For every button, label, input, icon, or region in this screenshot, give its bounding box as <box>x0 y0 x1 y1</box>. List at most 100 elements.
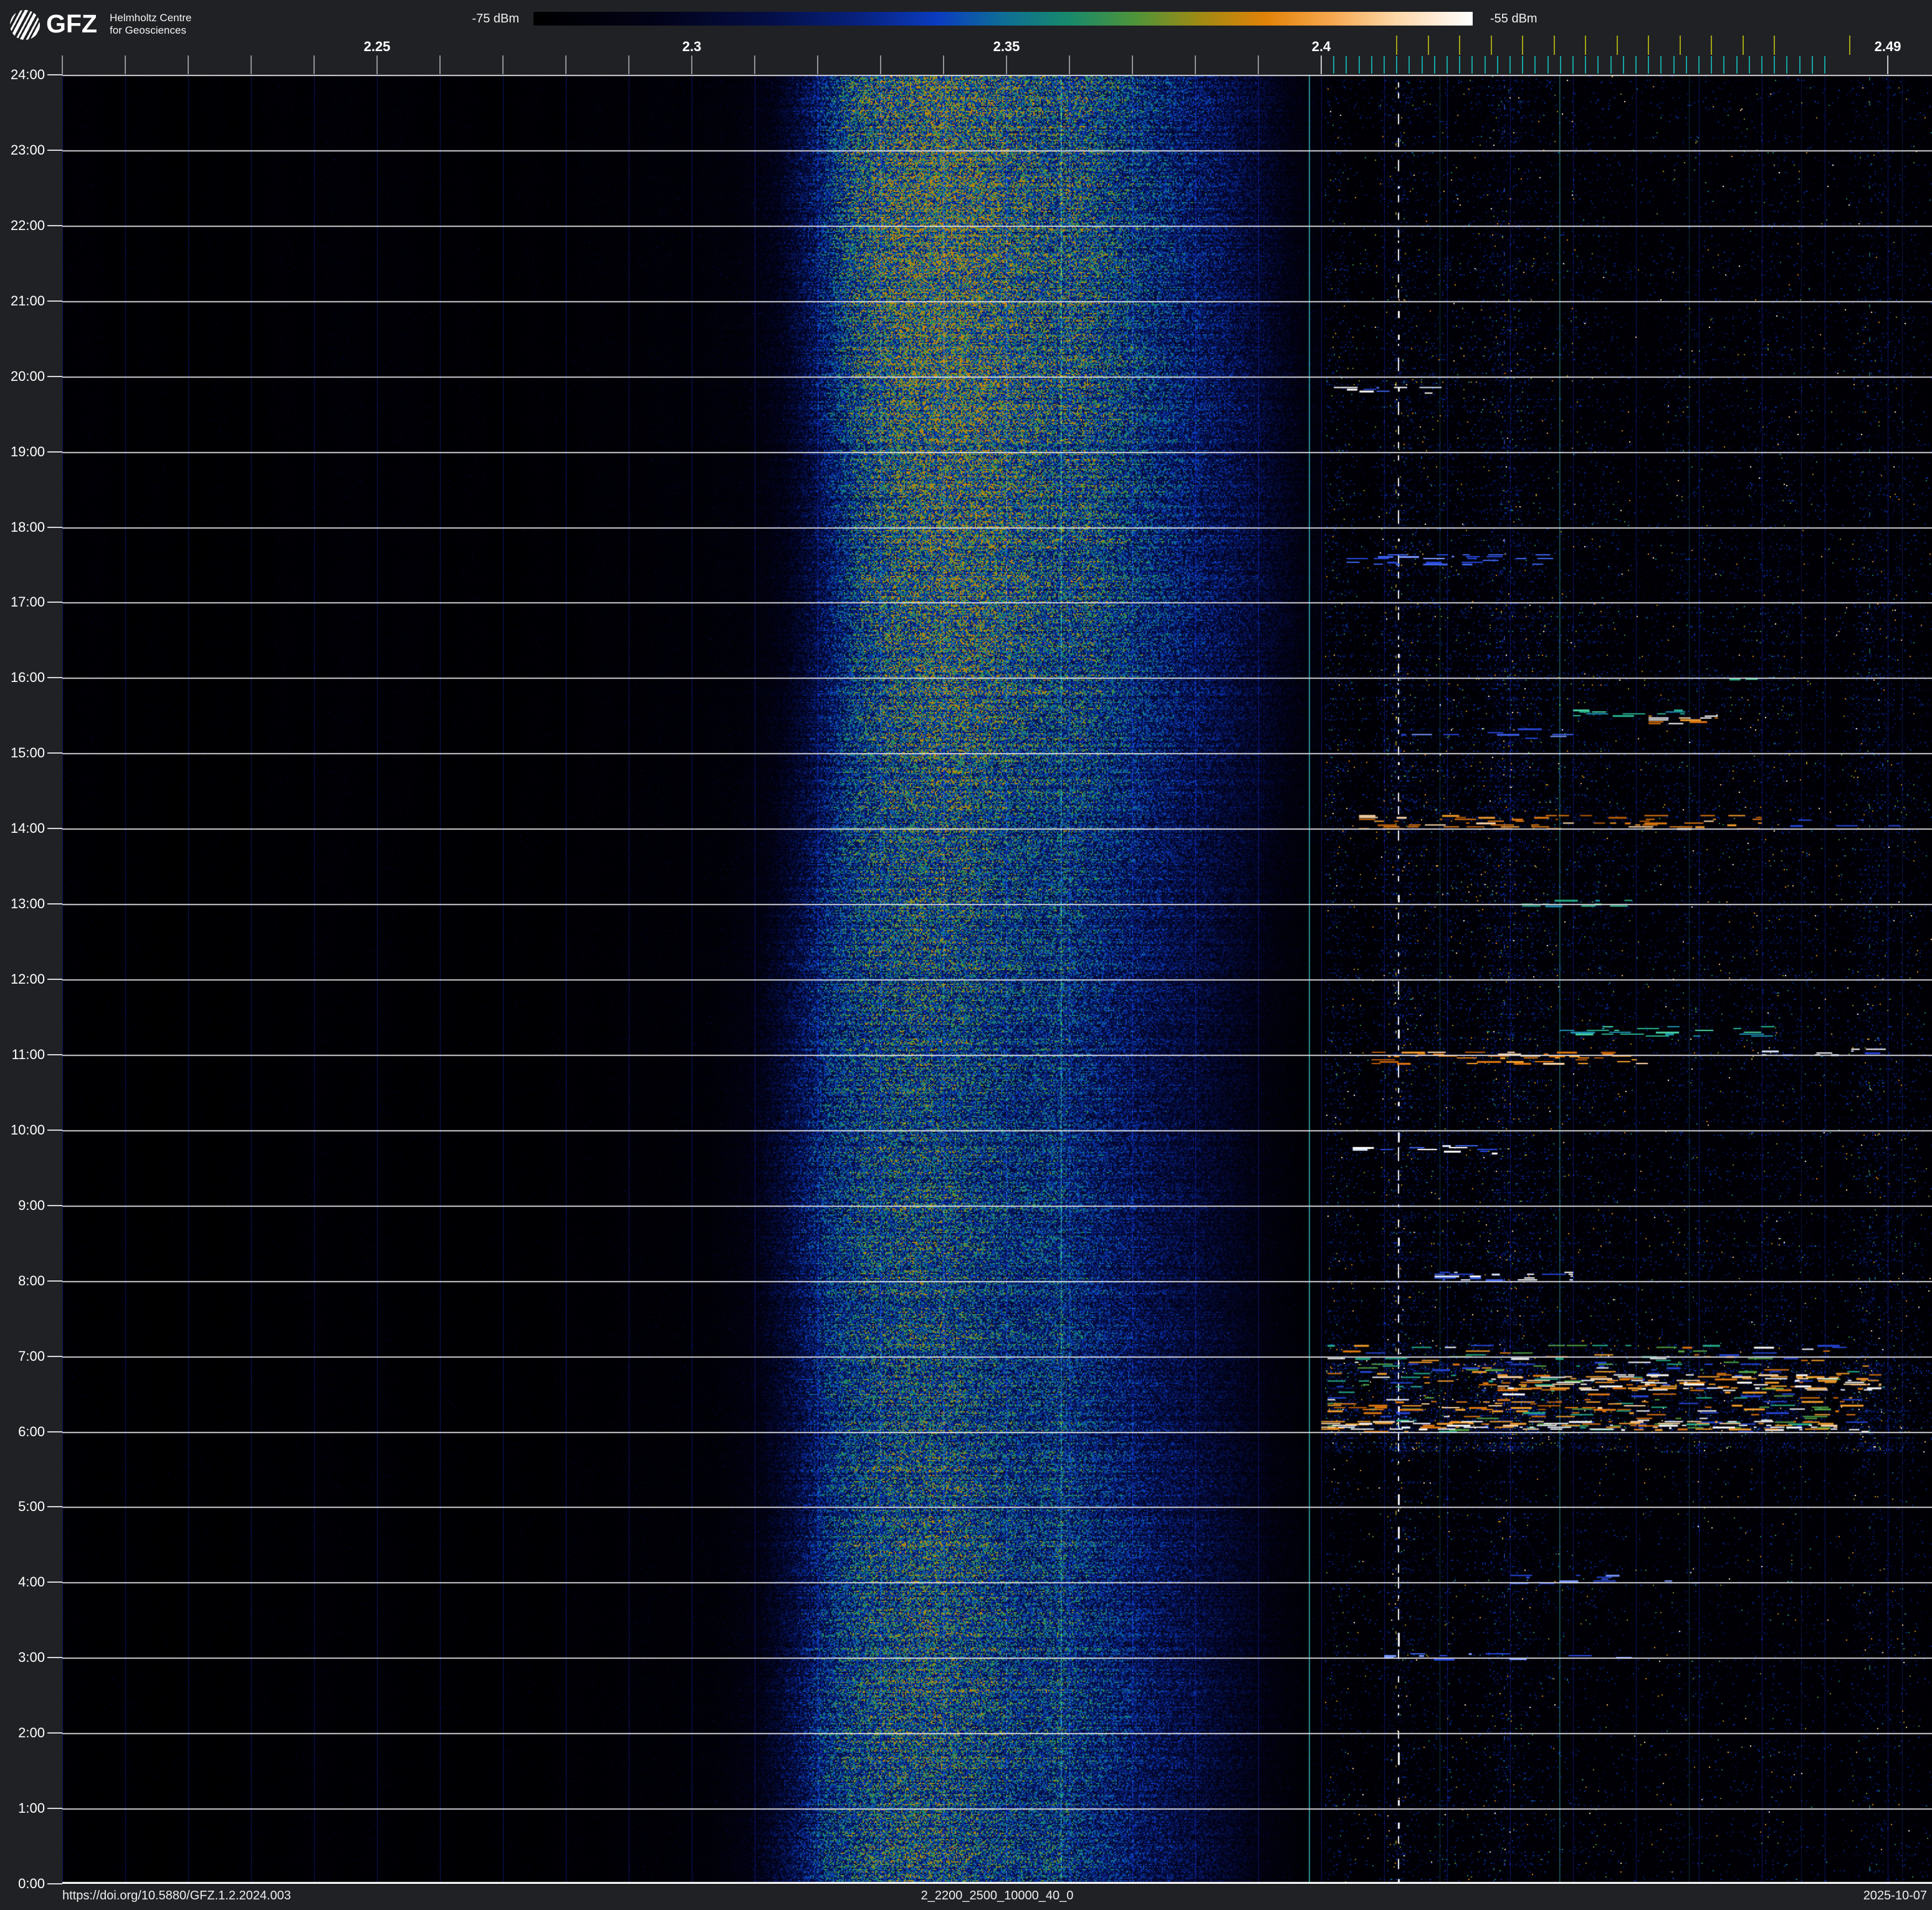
freq-tick-label: 2.49 <box>1874 39 1901 54</box>
freq-minor-tick <box>251 55 252 74</box>
freq-minor-tick <box>817 55 818 74</box>
hour-gridline-tick <box>47 1657 62 1658</box>
time-tick-label: 18:00 <box>10 519 45 535</box>
freq-minor-tick <box>62 55 63 74</box>
ble-channel-tick <box>1749 56 1750 74</box>
ble-channel-tick <box>1585 56 1586 74</box>
ble-channel-tick <box>1509 56 1511 74</box>
ble-channel-tick <box>1471 56 1473 74</box>
date-text: 2025-10-07 <box>1863 1889 1927 1903</box>
ble-channel-tick <box>1786 56 1787 74</box>
ble-channel-tick <box>1660 56 1662 74</box>
time-tick-label: 6:00 <box>18 1424 45 1439</box>
ble-channel-tick <box>1635 56 1637 74</box>
hour-gridline-tick <box>47 602 62 603</box>
wifi-channel-tick <box>1617 36 1618 55</box>
time-tick-label: 10:00 <box>10 1122 45 1138</box>
ble-channel-tick <box>1333 56 1334 74</box>
time-tick-label: 5:00 <box>18 1499 45 1514</box>
freq-minor-tick <box>691 55 692 74</box>
ble-channel-tick <box>1610 56 1612 74</box>
hour-gridline-tick <box>47 979 62 980</box>
hour-gridline-tick <box>47 1205 62 1206</box>
dataset-id-text: 2_2200_2500_10000_40_0 <box>921 1889 1074 1903</box>
hour-gridline-tick <box>47 1280 62 1282</box>
time-tick-label: 3:00 <box>18 1649 45 1665</box>
gfz-spectrogram-viewer: GFZ Helmholtz Centre for Geosciences -75… <box>0 0 1932 1910</box>
freq-minor-tick <box>880 55 881 74</box>
wifi-channel-tick <box>1522 36 1523 55</box>
ble-channel-tick <box>1711 56 1712 74</box>
wifi-channel-tick <box>1849 36 1850 55</box>
ble-channel-tick <box>1648 56 1649 74</box>
freq-minor-tick <box>125 55 126 74</box>
time-tick-label: 12:00 <box>10 971 45 987</box>
ble-channel-tick <box>1522 56 1523 74</box>
ble-channel-tick <box>1408 56 1410 74</box>
ble-channel-tick <box>1723 56 1724 74</box>
time-tick-label: 1:00 <box>18 1800 45 1816</box>
brand-subtitle-line1: Helmholtz Centre <box>110 12 192 24</box>
wifi-channel-tick <box>1459 36 1460 55</box>
colorbar-min-label: -75 dBm <box>472 12 519 26</box>
freq-minor-tick <box>565 55 567 74</box>
wifi-channel-tick <box>1554 36 1555 55</box>
hour-gridline-tick <box>47 1581 62 1583</box>
hour-gridline-tick <box>47 150 62 151</box>
freq-minor-tick <box>376 55 378 74</box>
time-tick-label: 11:00 <box>11 1047 45 1062</box>
colorbar-gradient <box>533 12 1473 26</box>
ble-channel-tick <box>1686 56 1687 74</box>
freq-minor-tick <box>1258 55 1259 74</box>
ble-channel-tick <box>1824 56 1825 74</box>
ble-channel-tick <box>1485 56 1486 74</box>
time-tick-label: 13:00 <box>10 896 45 911</box>
ble-channel-tick <box>1384 56 1385 74</box>
freq-minor-tick <box>188 55 189 74</box>
wifi-channel-tick <box>1491 36 1492 55</box>
hour-gridline-tick <box>47 1130 62 1131</box>
freq-minor-tick <box>943 55 944 74</box>
ble-channel-tick <box>1459 56 1460 74</box>
freq-minor-tick <box>1195 55 1196 74</box>
ble-channel-tick <box>1736 56 1738 74</box>
wifi-channel-tick <box>1585 36 1586 55</box>
time-tick-label: 24:00 <box>10 67 45 82</box>
hour-gridline-tick <box>47 1732 62 1734</box>
time-tick-label: 4:00 <box>18 1574 45 1590</box>
ble-channel-tick <box>1774 56 1775 74</box>
ble-channel-tick <box>1623 56 1624 74</box>
time-tick-label: 19:00 <box>10 444 45 459</box>
time-tick-label: 22:00 <box>10 218 45 233</box>
ble-channel-tick <box>1497 56 1498 74</box>
time-tick-label: 0:00 <box>18 1876 45 1891</box>
wifi-channel-tick <box>1680 36 1681 55</box>
ble-channel-tick <box>1698 56 1700 74</box>
time-tick-label: 7:00 <box>18 1348 45 1364</box>
wifi-channel-tick <box>1428 36 1429 55</box>
freq-minor-tick <box>754 55 755 74</box>
wifi-channel-tick <box>1711 36 1712 55</box>
freq-minor-tick <box>313 55 315 74</box>
time-tick-label: 2:00 <box>18 1725 45 1740</box>
hour-gridline-tick <box>47 828 62 829</box>
ble-channel-tick <box>1434 56 1435 74</box>
hour-gridline-tick <box>47 451 62 453</box>
hour-gridline-tick <box>47 677 62 678</box>
ble-channel-tick <box>1761 56 1762 74</box>
brand-text: GFZ <box>46 9 97 38</box>
ble-channel-tick <box>1572 56 1574 74</box>
hour-gridline-tick <box>47 1356 62 1357</box>
ble-channel-tick <box>1371 56 1372 74</box>
wifi-channel-tick <box>1774 36 1775 55</box>
brand-subtitle-line2: for Geosciences <box>110 24 186 36</box>
freq-minor-tick <box>1132 55 1133 74</box>
hour-gridline-tick <box>47 1506 62 1507</box>
hour-gridline-tick <box>47 300 62 302</box>
brand-subtitle: Helmholtz Centre for Geosciences <box>110 12 191 37</box>
time-tick-label: 8:00 <box>18 1273 45 1289</box>
freq-minor-tick <box>1069 55 1070 74</box>
ble-channel-tick <box>1346 56 1347 74</box>
ble-channel-tick <box>1447 56 1448 74</box>
time-tick-label: 15:00 <box>10 745 45 761</box>
